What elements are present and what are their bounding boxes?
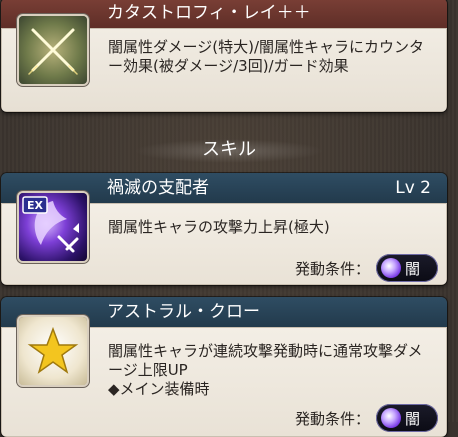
skill-name: 禍滅の支配者: [107, 178, 209, 198]
skill-condition: 発動条件： 闇: [295, 254, 438, 282]
element-kanji: 闇: [405, 259, 421, 278]
element-kanji: 闇: [405, 409, 421, 428]
dark-orb-icon: [381, 258, 401, 278]
ougi-card: カタストロフィ・レイ＋＋ 闇属性ダメージ(特大)/闇属性キャラにカウンター効果(…: [1, 0, 447, 112]
skill-condition: 発動条件： 闇: [295, 404, 438, 432]
condition-label: 発動条件：: [294, 259, 370, 278]
skill-card[interactable]: アストラル・クロー 闇属性キャラが連続攻撃発動時に通常攻撃ダメージ上限UP ◆メ…: [1, 297, 447, 437]
ex-badge: EX: [27, 199, 44, 212]
skill-level: Lv 2: [395, 178, 431, 198]
condition-label: 発動条件：: [294, 409, 370, 428]
crossed-swords-icon: [19, 16, 87, 84]
skill-description: 闇属性キャラの攻撃力上昇(極大): [108, 218, 330, 236]
skill-card[interactable]: 禍滅の支配者 Lv 2 闇属性キャラの攻撃力上昇(極大) 発動条件： 闇 EX: [1, 173, 447, 285]
skill-name: アストラル・クロー: [107, 302, 260, 322]
dark-element-badge: 闇: [376, 254, 438, 282]
ougi-description: 闇属性ダメージ(特大)/闇属性キャラにカウンター効果(被ダメージ/3回)/ガード…: [108, 38, 425, 75]
section-title-skills: スキル: [0, 137, 458, 163]
ougi-title: カタストロフィ・レイ＋＋: [107, 3, 311, 23]
skill-description-line: ◆メイン装備時: [108, 380, 210, 398]
dark-claw-icon: EX: [19, 193, 87, 261]
gold-star-icon: [19, 317, 87, 385]
skill-description-line: 闇属性キャラが連続攻撃発動時に通常攻撃ダメージ上限UP: [108, 342, 423, 379]
skill-description: 闇属性キャラが連続攻撃発動時に通常攻撃ダメージ上限UP ◆メイン装備時: [108, 342, 434, 399]
dark-element-badge: 闇: [376, 404, 438, 432]
dark-orb-icon: [381, 408, 401, 428]
